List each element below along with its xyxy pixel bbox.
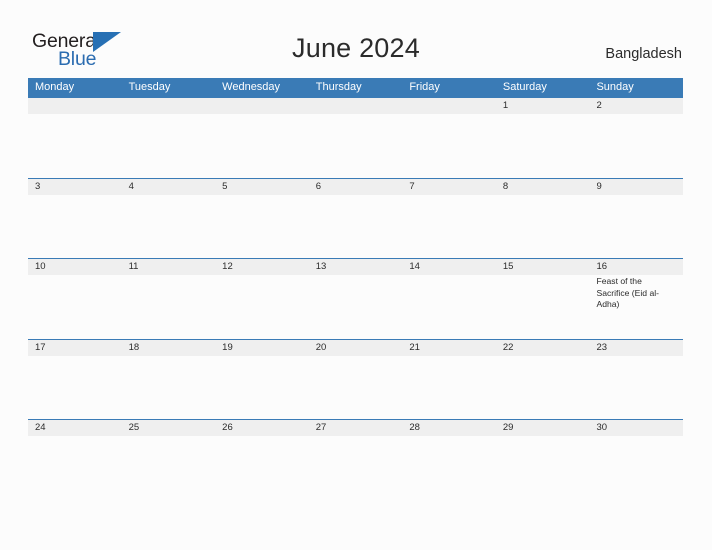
day-cell[interactable]: [589, 356, 683, 419]
week-body-band: [28, 436, 683, 499]
day-cell[interactable]: [589, 195, 683, 258]
day-cell[interactable]: [122, 195, 216, 258]
day-cell[interactable]: [496, 114, 590, 177]
day-number[interactable]: [402, 98, 496, 114]
day-cell[interactable]: [215, 195, 309, 258]
day-number[interactable]: 5: [215, 179, 309, 195]
week-row: 17 18 19 20 21 22 23: [28, 338, 683, 420]
day-number[interactable]: 17: [28, 340, 122, 356]
day-number[interactable]: 8: [496, 179, 590, 195]
day-number[interactable]: 7: [402, 179, 496, 195]
week-row: 10 11 12 13 14 15 16 Feast of the Sacrif…: [28, 258, 683, 339]
day-number[interactable]: 20: [309, 340, 403, 356]
day-number[interactable]: 30: [589, 420, 683, 436]
day-number[interactable]: 14: [402, 259, 496, 275]
day-number[interactable]: 1: [496, 98, 590, 114]
day-cell[interactable]: Feast of the Sacrifice (Eid al-Adha): [589, 275, 683, 338]
week-row: 3 4 5 6 7 8 9: [28, 177, 683, 259]
day-cell[interactable]: [496, 195, 590, 258]
day-number[interactable]: 19: [215, 340, 309, 356]
day-number[interactable]: 25: [122, 420, 216, 436]
day-cell[interactable]: [402, 114, 496, 177]
day-cell[interactable]: [28, 436, 122, 499]
day-number[interactable]: 18: [122, 340, 216, 356]
week-date-band: 10 11 12 13 14 15 16: [28, 258, 683, 275]
weekday-header-friday: Friday: [409, 81, 440, 93]
day-number[interactable]: 26: [215, 420, 309, 436]
day-cell[interactable]: [122, 114, 216, 177]
day-number[interactable]: [122, 98, 216, 114]
day-number[interactable]: [28, 98, 122, 114]
day-number[interactable]: [215, 98, 309, 114]
day-cell[interactable]: [122, 356, 216, 419]
week-date-band: 1 2: [28, 97, 683, 114]
day-number[interactable]: 11: [122, 259, 216, 275]
day-number[interactable]: 29: [496, 420, 590, 436]
page-header: General Blue June 2024 Bangladesh: [0, 0, 712, 78]
day-cell[interactable]: [215, 275, 309, 338]
week-body-band: Feast of the Sacrifice (Eid al-Adha): [28, 275, 683, 338]
day-number[interactable]: 22: [496, 340, 590, 356]
day-cell[interactable]: [309, 275, 403, 338]
day-cell[interactable]: [309, 436, 403, 499]
weekday-header-row: Monday Tuesday Wednesday Thursday Friday…: [28, 78, 683, 97]
weekday-header-monday: Monday: [35, 81, 75, 93]
day-cell[interactable]: [28, 195, 122, 258]
day-number[interactable]: 23: [589, 340, 683, 356]
day-number[interactable]: 6: [309, 179, 403, 195]
day-number[interactable]: 3: [28, 179, 122, 195]
day-event: Feast of the Sacrifice (Eid al-Adha): [596, 276, 660, 309]
week-body-band: [28, 194, 683, 258]
week-body-band: [28, 114, 683, 177]
day-cell[interactable]: [402, 436, 496, 499]
week-row: 1 2: [28, 97, 683, 178]
day-cell[interactable]: [589, 114, 683, 177]
day-number[interactable]: 9: [589, 179, 683, 195]
weekday-header-thursday: Thursday: [315, 81, 362, 93]
day-number[interactable]: [309, 98, 403, 114]
weekday-header-saturday: Saturday: [502, 81, 547, 93]
weekday-header-wednesday: Wednesday: [222, 81, 281, 93]
day-number[interactable]: 27: [309, 420, 403, 436]
day-number[interactable]: 13: [309, 259, 403, 275]
day-cell[interactable]: [402, 275, 496, 338]
week-date-band: 24 25 26 27 28 29 30: [28, 419, 683, 436]
day-number[interactable]: 24: [28, 420, 122, 436]
day-cell[interactable]: [309, 195, 403, 258]
day-cell[interactable]: [402, 195, 496, 258]
day-cell[interactable]: [496, 356, 590, 419]
day-cell[interactable]: [215, 356, 309, 419]
day-number[interactable]: 28: [402, 420, 496, 436]
day-cell[interactable]: [309, 114, 403, 177]
day-cell[interactable]: [122, 275, 216, 338]
weekday-header-tuesday: Tuesday: [128, 81, 171, 93]
day-number[interactable]: 4: [122, 179, 216, 195]
day-number[interactable]: 12: [215, 259, 309, 275]
day-cell[interactable]: [215, 436, 309, 499]
calendar-grid: Monday Tuesday Wednesday Thursday Friday…: [28, 78, 683, 500]
day-number[interactable]: 2: [589, 98, 683, 114]
region-label: Bangladesh: [605, 46, 682, 62]
day-cell[interactable]: [215, 114, 309, 177]
day-cell[interactable]: [122, 436, 216, 499]
day-cell[interactable]: [589, 436, 683, 499]
day-cell[interactable]: [402, 356, 496, 419]
day-cell[interactable]: [28, 114, 122, 177]
week-date-band: 3 4 5 6 7 8 9: [28, 177, 683, 195]
day-number[interactable]: 16: [589, 259, 683, 275]
week-row: 24 25 26 27 28 29 30: [28, 419, 683, 500]
weekday-header-sunday: Sunday: [596, 81, 634, 93]
day-cell[interactable]: [309, 356, 403, 419]
day-number[interactable]: 15: [496, 259, 590, 275]
week-date-band: 17 18 19 20 21 22 23: [28, 338, 683, 356]
day-number[interactable]: 21: [402, 340, 496, 356]
day-cell[interactable]: [496, 436, 590, 499]
day-number[interactable]: 10: [28, 259, 122, 275]
week-body-band: [28, 355, 683, 419]
day-cell[interactable]: [28, 356, 122, 419]
day-cell[interactable]: [28, 275, 122, 338]
day-cell[interactable]: [496, 275, 590, 338]
